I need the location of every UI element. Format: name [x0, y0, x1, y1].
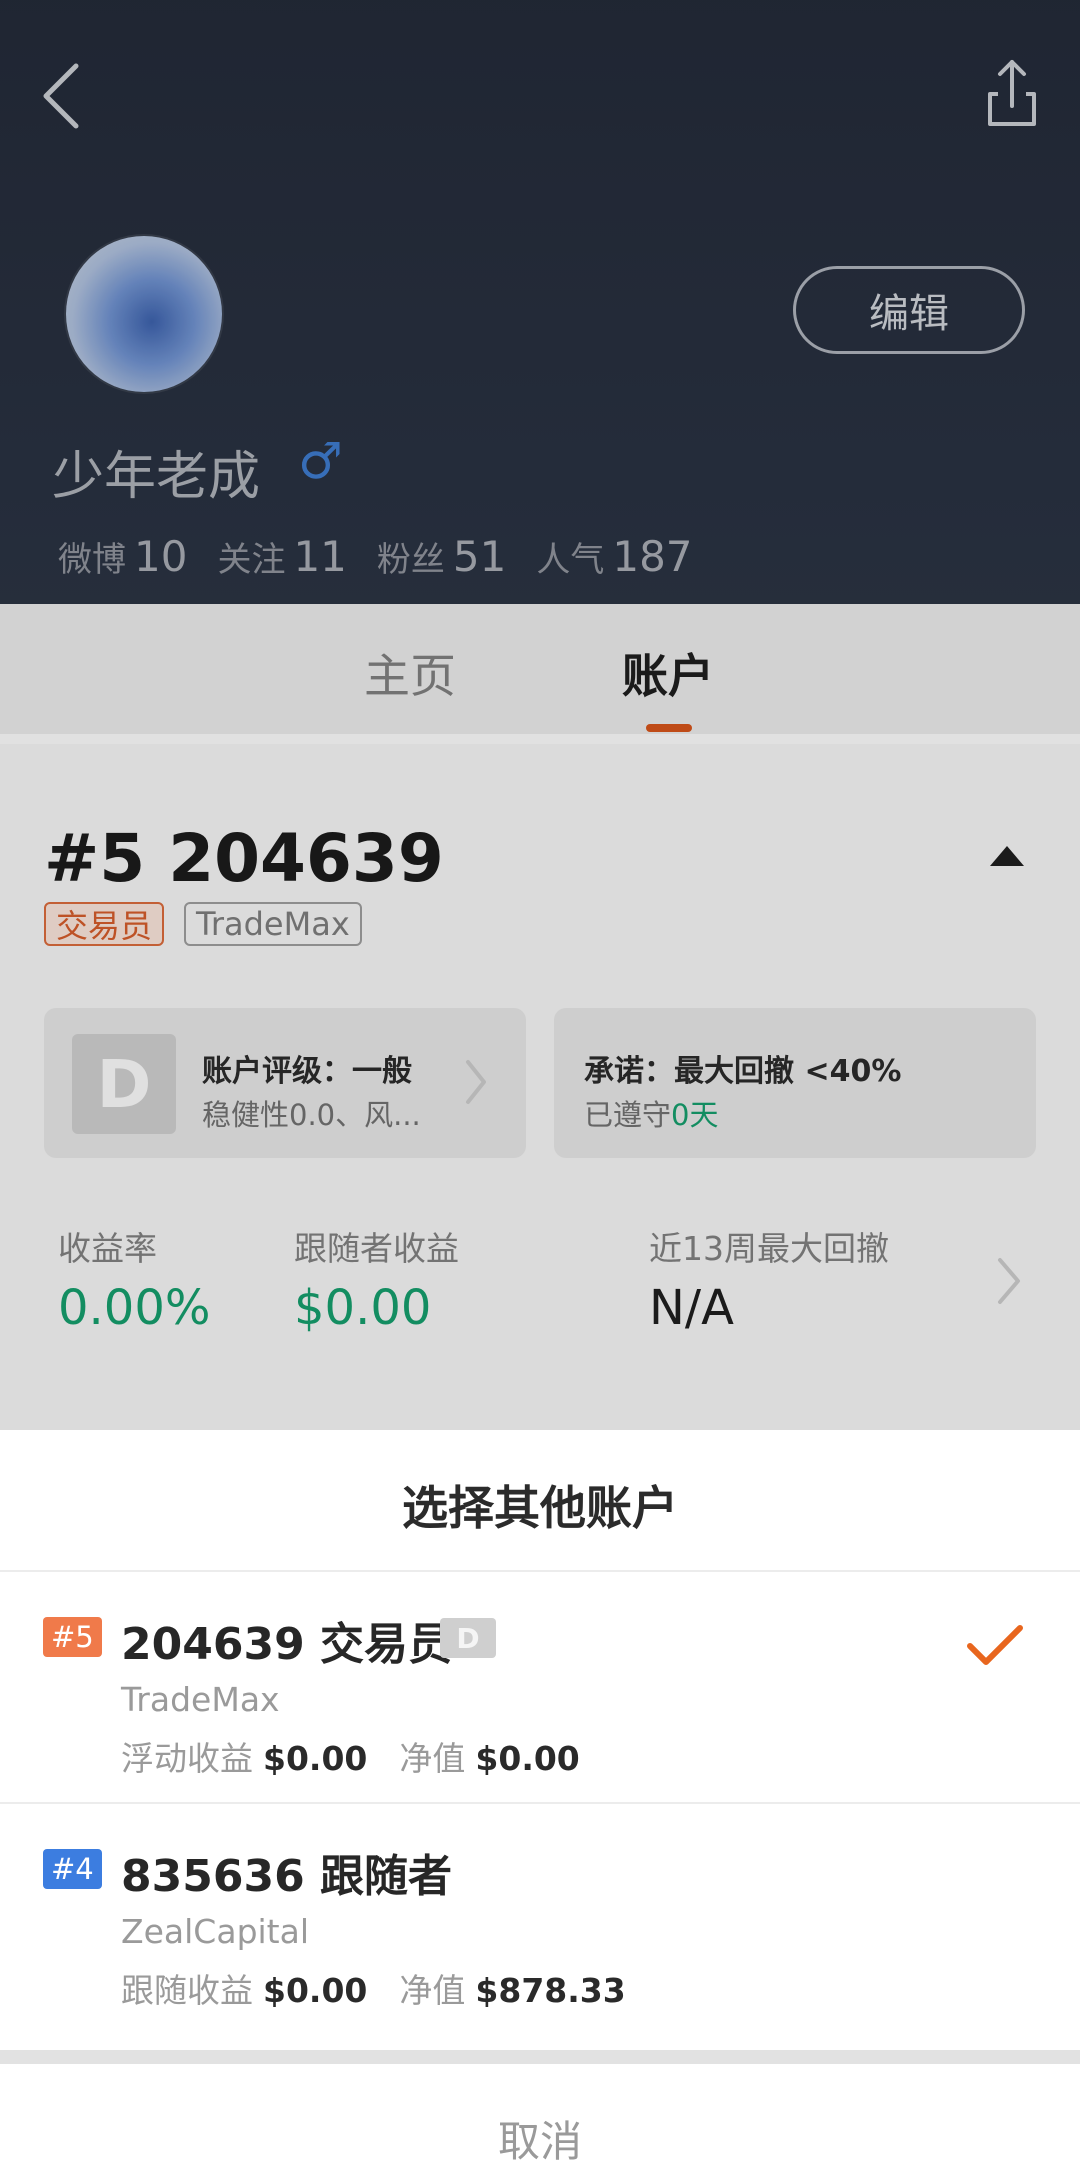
account-option-broker: ZealCapital: [121, 1912, 310, 1951]
account-option-title: 204639 交易员: [121, 1619, 453, 1670]
select-account-sheet: 选择其他账户 #5 204639 交易员 D TradeMax 浮动收益 $0.0…: [0, 1430, 1080, 2050]
account-option-values: 浮动收益 $0.00 净值 $0.00: [121, 1739, 580, 1778]
account-option-1[interactable]: #5 204639 交易员 D TradeMax 浮动收益 $0.00 净值 $0.…: [0, 1572, 1080, 1802]
account-option-broker: TradeMax: [121, 1680, 280, 1719]
cancel-button[interactable]: 取消: [0, 2108, 1080, 2169]
cancel-area: 取消: [0, 2050, 1080, 2179]
account-option-2[interactable]: #4 835636 跟随者 ZealCapital 跟随收益 $0.00 净值 $8…: [0, 1804, 1080, 2034]
checkmark-icon: [967, 1625, 1023, 1665]
rank-badge: #5: [43, 1617, 102, 1657]
account-option-title: 835636 跟随者: [121, 1851, 453, 1902]
account-option-values: 跟随收益 $0.00 净值 $878.33: [121, 1971, 626, 2010]
rating-badge: D: [440, 1618, 496, 1658]
sheet-title: 选择其他账户: [402, 1481, 678, 1535]
rank-badge: #4: [43, 1849, 102, 1889]
